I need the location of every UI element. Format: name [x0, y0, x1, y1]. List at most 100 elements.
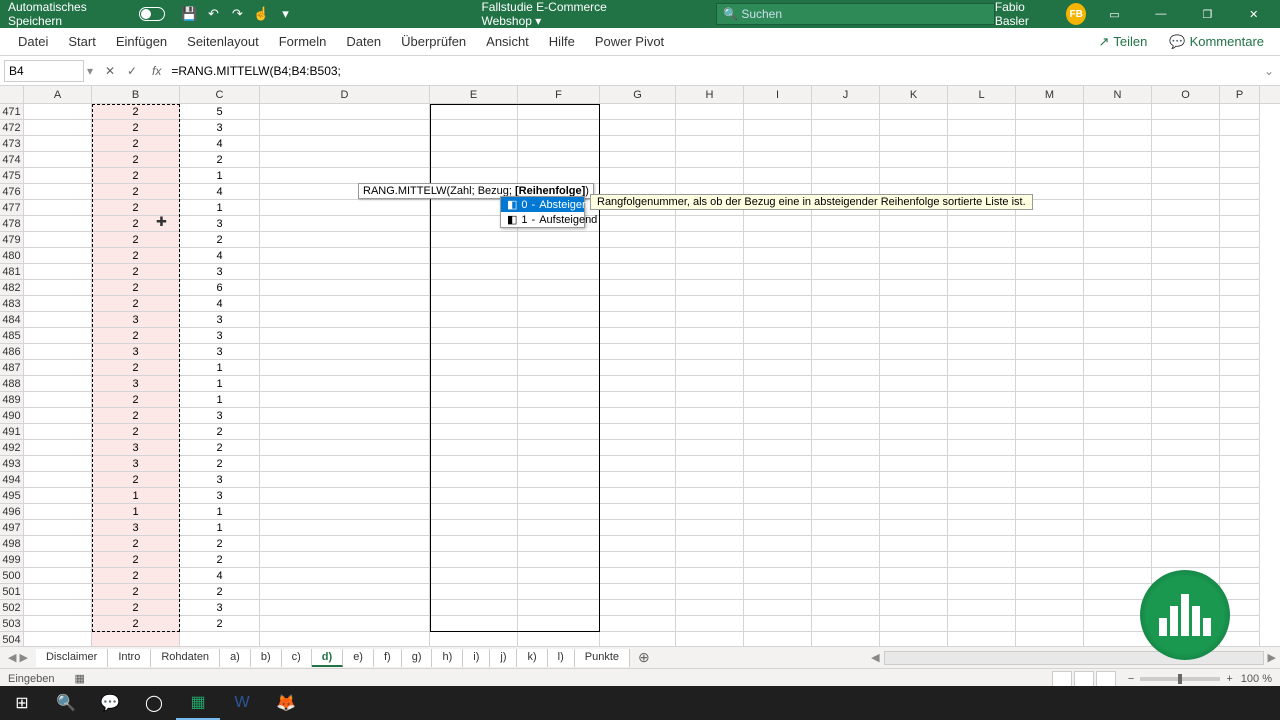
cell[interactable]: [430, 296, 518, 312]
cell[interactable]: [1152, 344, 1220, 360]
cell[interactable]: [24, 264, 92, 280]
col-header-A[interactable]: A: [24, 86, 92, 103]
cell[interactable]: 2: [92, 584, 180, 600]
cell[interactable]: 2: [180, 440, 260, 456]
sheet-tab[interactable]: j): [490, 649, 517, 667]
cell[interactable]: [744, 424, 812, 440]
cell[interactable]: [676, 600, 744, 616]
cell[interactable]: [518, 392, 600, 408]
cell[interactable]: [948, 536, 1016, 552]
cell[interactable]: [1084, 152, 1152, 168]
cell[interactable]: [880, 472, 948, 488]
cell[interactable]: [260, 360, 430, 376]
cell[interactable]: [1016, 280, 1084, 296]
cell[interactable]: [1084, 184, 1152, 200]
user-name[interactable]: Fabio Basler: [995, 0, 1056, 28]
cell[interactable]: 2: [92, 104, 180, 120]
tab-seitenlayout[interactable]: Seitenlayout: [177, 28, 269, 56]
select-all-corner[interactable]: [0, 86, 24, 103]
cell[interactable]: [1152, 232, 1220, 248]
cell[interactable]: [812, 440, 880, 456]
cell[interactable]: [744, 520, 812, 536]
cell[interactable]: [948, 248, 1016, 264]
cell[interactable]: [430, 600, 518, 616]
cell[interactable]: [24, 280, 92, 296]
cell[interactable]: [600, 312, 676, 328]
sheet-tab[interactable]: e): [343, 649, 374, 667]
cell[interactable]: [600, 264, 676, 280]
cell[interactable]: [676, 632, 744, 646]
cell[interactable]: [600, 488, 676, 504]
cell[interactable]: [948, 360, 1016, 376]
taskbar-search-icon[interactable]: 🔍: [44, 686, 88, 720]
cell[interactable]: [1220, 184, 1260, 200]
cell[interactable]: [948, 600, 1016, 616]
cell[interactable]: [948, 504, 1016, 520]
cell[interactable]: [260, 520, 430, 536]
cell[interactable]: [600, 584, 676, 600]
cell[interactable]: 2: [92, 408, 180, 424]
row-header[interactable]: 475: [0, 168, 24, 184]
cell[interactable]: 1: [180, 200, 260, 216]
enter-formula-icon[interactable]: ✓: [122, 61, 142, 81]
document-title[interactable]: Fallstudie E-Commerce Webshop ▾: [481, 0, 656, 28]
tab-daten[interactable]: Daten: [336, 28, 391, 56]
cell[interactable]: [880, 312, 948, 328]
cell[interactable]: [260, 536, 430, 552]
redo-icon[interactable]: ↷: [227, 4, 247, 24]
cell[interactable]: [600, 104, 676, 120]
cell[interactable]: [24, 616, 92, 632]
col-header-E[interactable]: E: [430, 86, 518, 103]
cell[interactable]: [880, 264, 948, 280]
cell[interactable]: [744, 120, 812, 136]
cell[interactable]: 2: [92, 280, 180, 296]
cell[interactable]: [1152, 328, 1220, 344]
cell[interactable]: [260, 552, 430, 568]
cell[interactable]: [880, 584, 948, 600]
cell[interactable]: [430, 168, 518, 184]
cell[interactable]: [1084, 312, 1152, 328]
cell[interactable]: 2: [92, 136, 180, 152]
cell[interactable]: [880, 328, 948, 344]
cell[interactable]: [1152, 360, 1220, 376]
cell[interactable]: [880, 568, 948, 584]
cell[interactable]: [600, 632, 676, 646]
cell[interactable]: [430, 376, 518, 392]
cell[interactable]: [1084, 216, 1152, 232]
cell[interactable]: 2: [92, 120, 180, 136]
sheet-tab[interactable]: b): [251, 649, 282, 667]
cell[interactable]: [676, 408, 744, 424]
cell[interactable]: [1220, 632, 1260, 646]
cell[interactable]: [744, 488, 812, 504]
cell[interactable]: [1084, 504, 1152, 520]
cell[interactable]: 2: [180, 152, 260, 168]
cell[interactable]: [1152, 104, 1220, 120]
cell[interactable]: [430, 552, 518, 568]
cell[interactable]: [518, 344, 600, 360]
cell[interactable]: [518, 424, 600, 440]
cell[interactable]: [812, 328, 880, 344]
cell[interactable]: [430, 440, 518, 456]
cell[interactable]: [600, 616, 676, 632]
cell[interactable]: [744, 312, 812, 328]
cell[interactable]: [948, 488, 1016, 504]
cell[interactable]: [812, 584, 880, 600]
cell[interactable]: [1084, 200, 1152, 216]
cell[interactable]: 1: [92, 504, 180, 520]
col-header-K[interactable]: K: [880, 86, 948, 103]
cell[interactable]: 2: [92, 424, 180, 440]
cell[interactable]: [1016, 504, 1084, 520]
cell[interactable]: [260, 328, 430, 344]
cell[interactable]: [1084, 104, 1152, 120]
cell[interactable]: [1084, 264, 1152, 280]
cell[interactable]: [430, 632, 518, 646]
cell[interactable]: [744, 440, 812, 456]
cell[interactable]: [744, 136, 812, 152]
cell[interactable]: [676, 168, 744, 184]
cell[interactable]: [676, 568, 744, 584]
cell[interactable]: [1084, 120, 1152, 136]
cell[interactable]: [1220, 408, 1260, 424]
cell[interactable]: [812, 312, 880, 328]
cell[interactable]: [430, 312, 518, 328]
cell[interactable]: [812, 568, 880, 584]
